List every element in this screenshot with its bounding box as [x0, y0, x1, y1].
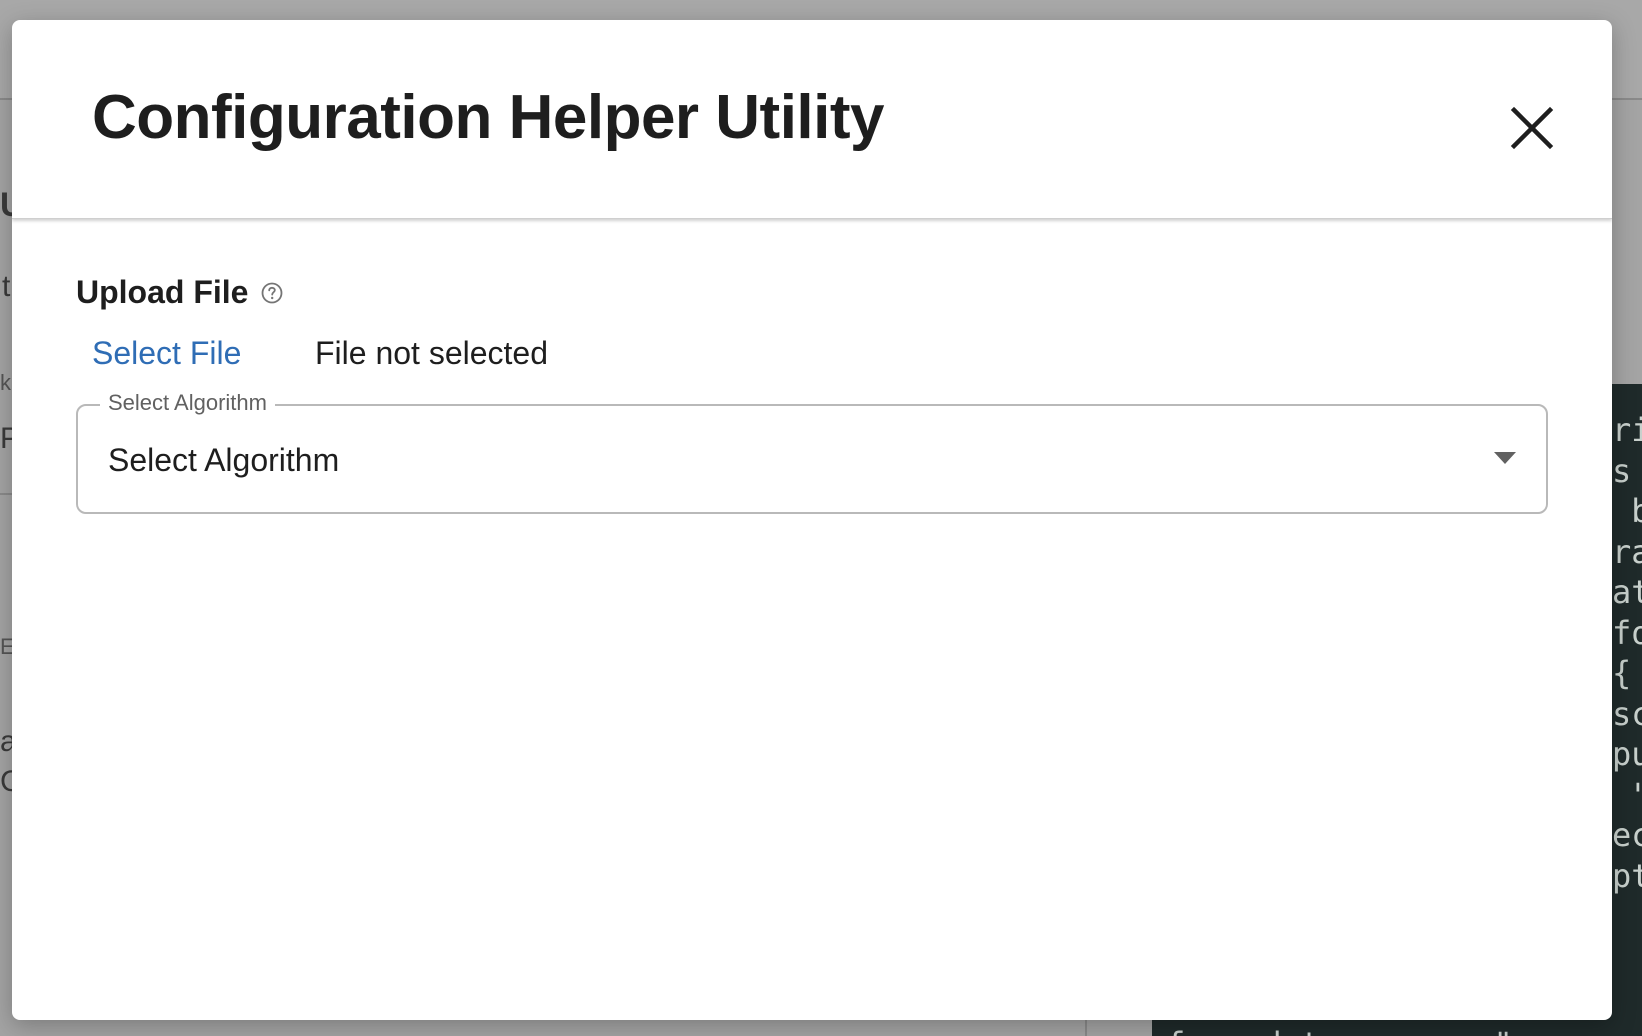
code-line: b — [1631, 492, 1642, 530]
code-line: ec — [1612, 816, 1642, 854]
close-button[interactable] — [1504, 100, 1560, 156]
background-fragment: k — [0, 370, 11, 395]
algorithm-select-label: Select Algorithm — [100, 390, 275, 416]
code-line: pu — [1612, 735, 1642, 773]
close-icon — [1510, 106, 1554, 150]
file-status-text: File not selected — [315, 335, 549, 371]
config-helper-dialog: Configuration Helper Utility Upload File… — [12, 20, 1612, 1020]
code-line: ra — [1612, 532, 1642, 571]
dialog-title: Configuration Helper Utility — [92, 83, 885, 152]
code-line: { — [1612, 654, 1632, 692]
upload-file-label-row: Upload File — [76, 274, 284, 311]
code-line: at — [1612, 573, 1642, 611]
dialog-header: Configuration Helper Utility — [12, 20, 1612, 219]
help-circle-icon[interactable] — [260, 281, 284, 305]
code-line: pt — [1612, 856, 1642, 895]
background-divider — [0, 493, 12, 495]
code-line: sc — [1612, 694, 1642, 733]
algorithm-select-value: Select Algorithm — [108, 442, 340, 478]
code-line: fo — [1612, 613, 1642, 652]
upload-file-label: Upload File — [76, 274, 249, 310]
caret-down-icon — [1494, 452, 1516, 464]
code-line: from data source." — [1166, 1024, 1513, 1036]
background-divider — [1085, 1020, 1087, 1036]
select-file-button[interactable]: Select File — [92, 335, 241, 372]
code-line: s — [1612, 451, 1632, 490]
code-line: ri — [1612, 411, 1642, 449]
code-line: " — [1612, 775, 1642, 816]
background-fragment: t — [2, 270, 11, 303]
algorithm-select[interactable]: Select Algorithm Select Algorithm — [76, 390, 1548, 514]
